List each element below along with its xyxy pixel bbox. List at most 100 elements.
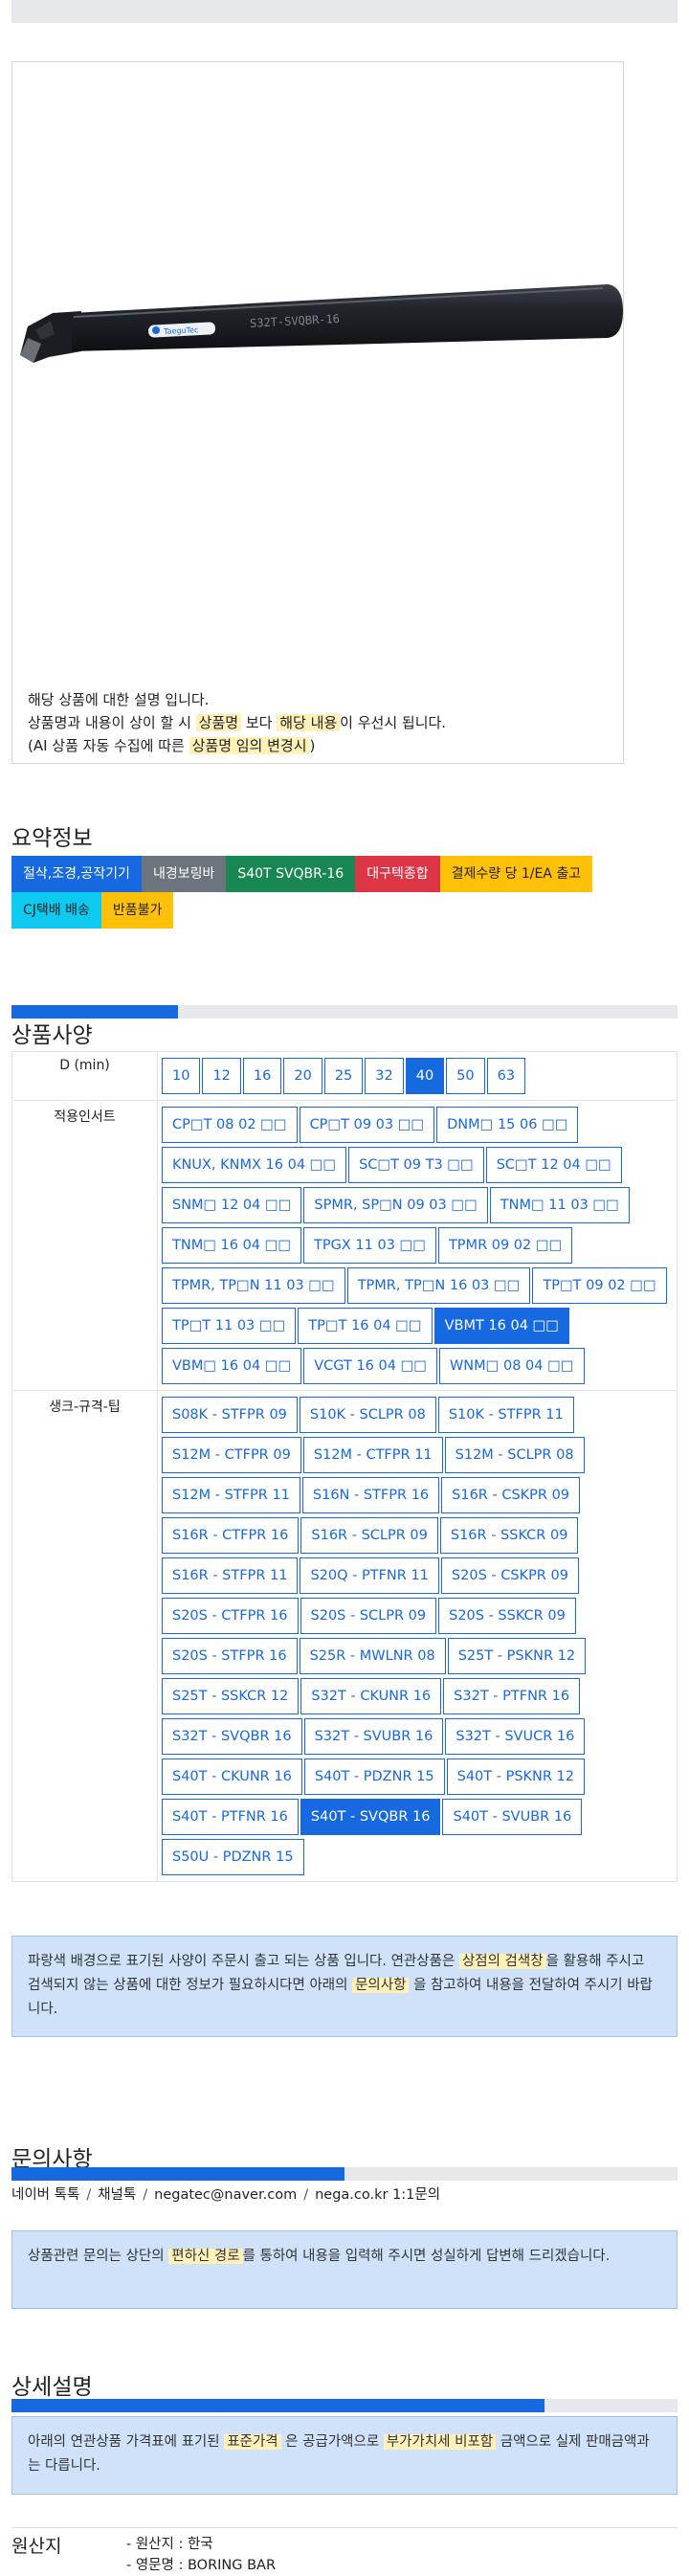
option-chip-selected[interactable]: 40: [405, 1058, 445, 1094]
spec-row: 생크-규격-팁 S08K - STFPR 09 S10K - SCLPR 08 S10…: [11, 1390, 678, 1882]
option-chip[interactable]: VBM□ 16 04 □□: [162, 1348, 302, 1384]
option-chips: CP□T 08 02 □□ CP□T 09 03 □□ DNM□ 15 06 □□ K…: [162, 1105, 675, 1386]
desc-text: 상품명과 내용이 상이 할 시: [28, 714, 196, 731]
option-chip[interactable]: S40T - CKUNR 16: [162, 1758, 302, 1795]
notice-text: 은 공급가액으로: [280, 2434, 384, 2450]
detail-progress-bar: [11, 2399, 678, 2412]
option-chip[interactable]: S16N - STFPR 16: [301, 1477, 440, 1513]
option-chip[interactable]: S20S - STFPR 16: [162, 1638, 298, 1674]
option-chip[interactable]: S40T - PTFNR 16: [162, 1799, 299, 1835]
spec-title: 상품사양: [11, 1023, 93, 1048]
contact-links: 네이버 톡톡 / 채널톡 / negatec@naver.com / nega.co.kr …: [11, 2184, 440, 2204]
option-chip[interactable]: SC□T 09 T3 □□: [348, 1147, 484, 1183]
option-chip[interactable]: S12M - CTFPR 09: [162, 1437, 301, 1473]
option-chip[interactable]: S40T - PDZNR 15: [303, 1758, 445, 1795]
inquiry-notice: 상품관련 문의는 상단의 편하신 경로 를 통하여 내용을 입력해 주시면 성실하…: [11, 2230, 678, 2309]
detail-notice: 아래의 연관상품 가격표에 표기된 표준가격 은 공급가액으로 부가가치세 비포…: [11, 2416, 678, 2495]
option-chips: 10 12 16 20 25 32 40 50 63: [162, 1056, 675, 1096]
contact-link[interactable]: negatec@naver.com: [154, 2187, 297, 2203]
highlight-text: 편하신 경로: [168, 2249, 243, 2264]
desc-text: ): [309, 737, 316, 754]
option-chip[interactable]: S20S - SSKCR 09: [438, 1598, 576, 1634]
option-chip[interactable]: S08K - STFPR 09: [162, 1397, 298, 1433]
option-chip[interactable]: S20Q - PTFNR 11: [300, 1557, 439, 1594]
option-chips: S08K - STFPR 09 S10K - SCLPR 08 S10K - STF…: [162, 1395, 675, 1877]
option-chip[interactable]: 20: [283, 1058, 322, 1094]
contact-link[interactable]: 네이버 톡톡: [11, 2187, 79, 2203]
option-chip[interactable]: CP□T 08 02 □□: [162, 1107, 298, 1143]
option-chip[interactable]: S12M - CTFPR 11: [302, 1437, 443, 1473]
option-chip[interactable]: TPGX 11 03 □□: [303, 1227, 436, 1264]
option-chip[interactable]: TPMR, TP□N 16 03 □□: [346, 1267, 531, 1304]
option-chip[interactable]: S40T - SVUBR 16: [442, 1799, 583, 1835]
option-chip[interactable]: S10K - SCLPR 08: [299, 1397, 436, 1433]
option-chip[interactable]: S32T - SVUBR 16: [303, 1718, 444, 1755]
summary-tag: 반품불가: [100, 892, 174, 929]
desc-line-1: 해당 상품에 대한 설명 입니다.: [28, 691, 210, 708]
option-chip[interactable]: 16: [242, 1058, 282, 1094]
option-chip[interactable]: S16R - SSKCR 09: [439, 1517, 579, 1554]
option-chip[interactable]: S50U - PDZNR 15: [162, 1839, 304, 1875]
option-chip[interactable]: DNM□ 15 06 □□: [436, 1107, 579, 1143]
option-chip[interactable]: TP□T 11 03 □□: [162, 1308, 297, 1344]
option-chip[interactable]: TP□T 16 04 □□: [298, 1308, 433, 1344]
option-chip[interactable]: S16R - CSKPR 09: [441, 1477, 581, 1513]
option-chip[interactable]: CP□T 09 03 □□: [299, 1107, 435, 1143]
option-chip[interactable]: S32T - SVQBR 16: [162, 1718, 302, 1755]
summary-tag: 결제수량 당 1/EA 출고: [439, 856, 593, 892]
option-chip[interactable]: 10: [162, 1058, 201, 1094]
highlight-text: 문의사항: [352, 1978, 410, 1993]
contact-link[interactable]: nega.co.kr 1:1문의: [315, 2187, 440, 2203]
option-chip[interactable]: SPMR, SP□N 09 03 □□: [303, 1187, 488, 1223]
option-chip[interactable]: S12M - STFPR 11: [162, 1477, 300, 1513]
option-chip[interactable]: S20S - SCLPR 09: [300, 1598, 437, 1634]
option-chip[interactable]: TPMR 09 02 □□: [437, 1227, 573, 1264]
option-chip[interactable]: S16R - SCLPR 09: [300, 1517, 438, 1554]
option-chip[interactable]: S20S - CSKPR 09: [440, 1557, 579, 1594]
spec-row: 적용인서트 CP□T 08 02 □□ CP□T 09 03 □□ DNM□ 15 0…: [11, 1100, 678, 1391]
option-chip[interactable]: S32T - SVUCR 16: [445, 1718, 586, 1755]
option-chip[interactable]: S12M - SCLPR 08: [444, 1437, 585, 1473]
option-chip[interactable]: 32: [365, 1058, 404, 1094]
option-chip[interactable]: 12: [202, 1058, 241, 1094]
summary-tag: 절삭,조경,공작기기: [11, 856, 142, 892]
summary-tag: CJ택배 배송: [11, 892, 101, 929]
option-chip[interactable]: S32T - CKUNR 16: [300, 1678, 442, 1714]
notice-text: 아래의 연관상품 가격표에 표기된: [28, 2434, 225, 2450]
option-chip[interactable]: 50: [446, 1058, 485, 1094]
highlight-text: 상품명 임의 변경시: [189, 737, 310, 754]
option-chip-selected[interactable]: VBMT 16 04 □□: [433, 1308, 569, 1344]
summary-title: 요약정보: [11, 826, 93, 851]
option-chip[interactable]: VCGT 16 04 □□: [303, 1348, 437, 1384]
spec-row-options: S08K - STFPR 09 S10K - SCLPR 08 S10K - STF…: [157, 1390, 678, 1882]
option-chip[interactable]: TPMR, TP□N 11 03 □□: [162, 1267, 345, 1304]
option-chip[interactable]: S32T - PTFNR 16: [443, 1678, 581, 1714]
notice-text: 를 통하여 내용을 입력해 주시면 성실하게 답변해 드리겠습니다.: [242, 2249, 611, 2264]
option-chip[interactable]: 25: [323, 1058, 364, 1094]
progress-fill: [11, 2399, 545, 2412]
desc-text: 이 우선시 됩니다.: [340, 714, 447, 731]
option-chip[interactable]: S25R - MWLNR 08: [299, 1638, 446, 1674]
option-chip[interactable]: S25T - PSKNR 12: [447, 1638, 587, 1674]
option-chip[interactable]: S10K - STFPR 11: [437, 1397, 574, 1433]
option-chip[interactable]: S16R - STFPR 11: [162, 1557, 299, 1594]
option-chip-selected[interactable]: S40T - SVQBR 16: [300, 1799, 441, 1835]
spec-row-label: D (min): [11, 1051, 158, 1101]
option-chip[interactable]: WNM□ 08 04 □□: [438, 1348, 585, 1384]
option-chip[interactable]: SNM□ 12 04 □□: [162, 1187, 302, 1223]
highlight-text: 상점의 검색창: [458, 1954, 546, 1969]
option-chip[interactable]: TP□T 09 02 □□: [532, 1267, 667, 1304]
option-chip[interactable]: TNM□ 16 04 □□: [162, 1227, 302, 1264]
option-chip[interactable]: S16R - CTFPR 16: [162, 1517, 300, 1554]
option-chip[interactable]: TNM□ 11 03 □□: [489, 1187, 630, 1223]
option-chip[interactable]: KNUX, KNMX 16 04 □□: [162, 1147, 347, 1183]
option-chip[interactable]: S25T - SSKCR 12: [162, 1678, 300, 1714]
origin-row: 원산지 - 원산지 : 한국 - 영문명 : BORING BAR: [11, 2527, 678, 2573]
spec-progress-bar: [11, 1005, 678, 1019]
summary-tags: 절삭,조경,공작기기 내경보링바 S40T SVQBR-16 대구텍종합 결제수량 당 …: [11, 856, 681, 929]
option-chip[interactable]: SC□T 12 04 □□: [485, 1147, 622, 1183]
contact-link[interactable]: 채널톡: [98, 2187, 136, 2203]
option-chip[interactable]: S40T - PSKNR 12: [446, 1758, 586, 1795]
option-chip[interactable]: S20S - CTFPR 16: [162, 1598, 299, 1634]
option-chip[interactable]: 63: [486, 1058, 526, 1094]
